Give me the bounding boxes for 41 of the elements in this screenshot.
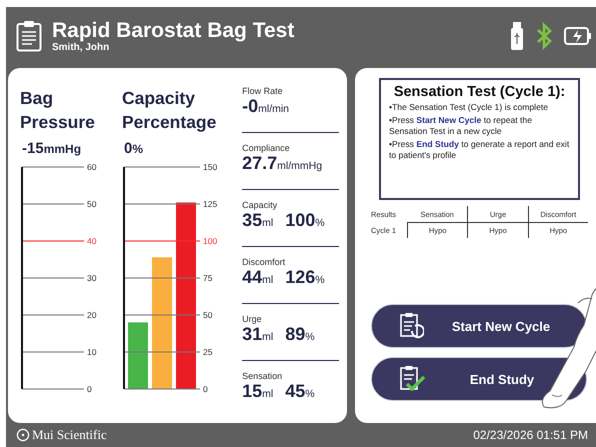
gauge-title: Capacity Percentage bbox=[122, 87, 218, 134]
stat-percent: 45% bbox=[285, 381, 315, 402]
patient-name: Smith, John bbox=[52, 42, 110, 52]
date-time: 02/23/2026 01:51 PM bbox=[473, 428, 588, 442]
stat-value: 44ml bbox=[242, 267, 274, 288]
tick-label: 0 bbox=[203, 384, 208, 393]
app-title: Rapid Barostat Bag Test bbox=[52, 20, 296, 42]
stat-percent: 100% bbox=[285, 210, 325, 231]
tick-label: 150 bbox=[203, 162, 218, 172]
stat-value: 15ml bbox=[242, 381, 274, 402]
stat-label: Sensation bbox=[242, 371, 284, 381]
stat-percent: 126% bbox=[285, 267, 325, 288]
stat-label: Flow Rate bbox=[242, 86, 284, 96]
tick-label: 40 bbox=[87, 236, 96, 246]
tick-label: 10 bbox=[87, 347, 96, 357]
brand-name: Mui Scientific bbox=[32, 427, 107, 443]
tick-label: 100 bbox=[203, 236, 218, 246]
stat-label: Discomfort bbox=[242, 257, 286, 267]
tick-label: 50 bbox=[87, 199, 96, 209]
message-line: •Press End Study to generate a report and exit to patient's profile bbox=[389, 139, 570, 161]
message-title: Sensation Test (Cycle 1): bbox=[392, 84, 566, 100]
stat-value: 27.7ml/mmHg bbox=[242, 153, 322, 174]
pressure-reading: -15mmHg bbox=[22, 140, 82, 157]
tick-label: 0 bbox=[87, 384, 92, 393]
stat-label: Capacity bbox=[242, 200, 278, 210]
stat-percent: 89% bbox=[285, 324, 315, 345]
tick-label: 30 bbox=[87, 273, 96, 283]
message-line: •The Sensation Test (Cycle 1) is complete bbox=[389, 102, 550, 113]
stat-label: Urge bbox=[242, 314, 263, 324]
tick-label: 25 bbox=[203, 347, 212, 357]
stat-value: -0ml/min bbox=[242, 96, 290, 117]
tick-label: 75 bbox=[203, 273, 212, 283]
stat-label: Compliance bbox=[242, 143, 291, 153]
tick-label: 125 bbox=[203, 199, 218, 209]
gauge-title: Bag Pressure bbox=[20, 87, 96, 134]
tick-label: 20 bbox=[87, 310, 96, 320]
capacity-reading: 0% bbox=[124, 140, 144, 157]
tick-label: 50 bbox=[203, 310, 212, 320]
tick-label: 60 bbox=[87, 162, 96, 172]
stat-value: 31ml bbox=[242, 324, 274, 345]
stat-value: 35ml bbox=[242, 210, 274, 231]
